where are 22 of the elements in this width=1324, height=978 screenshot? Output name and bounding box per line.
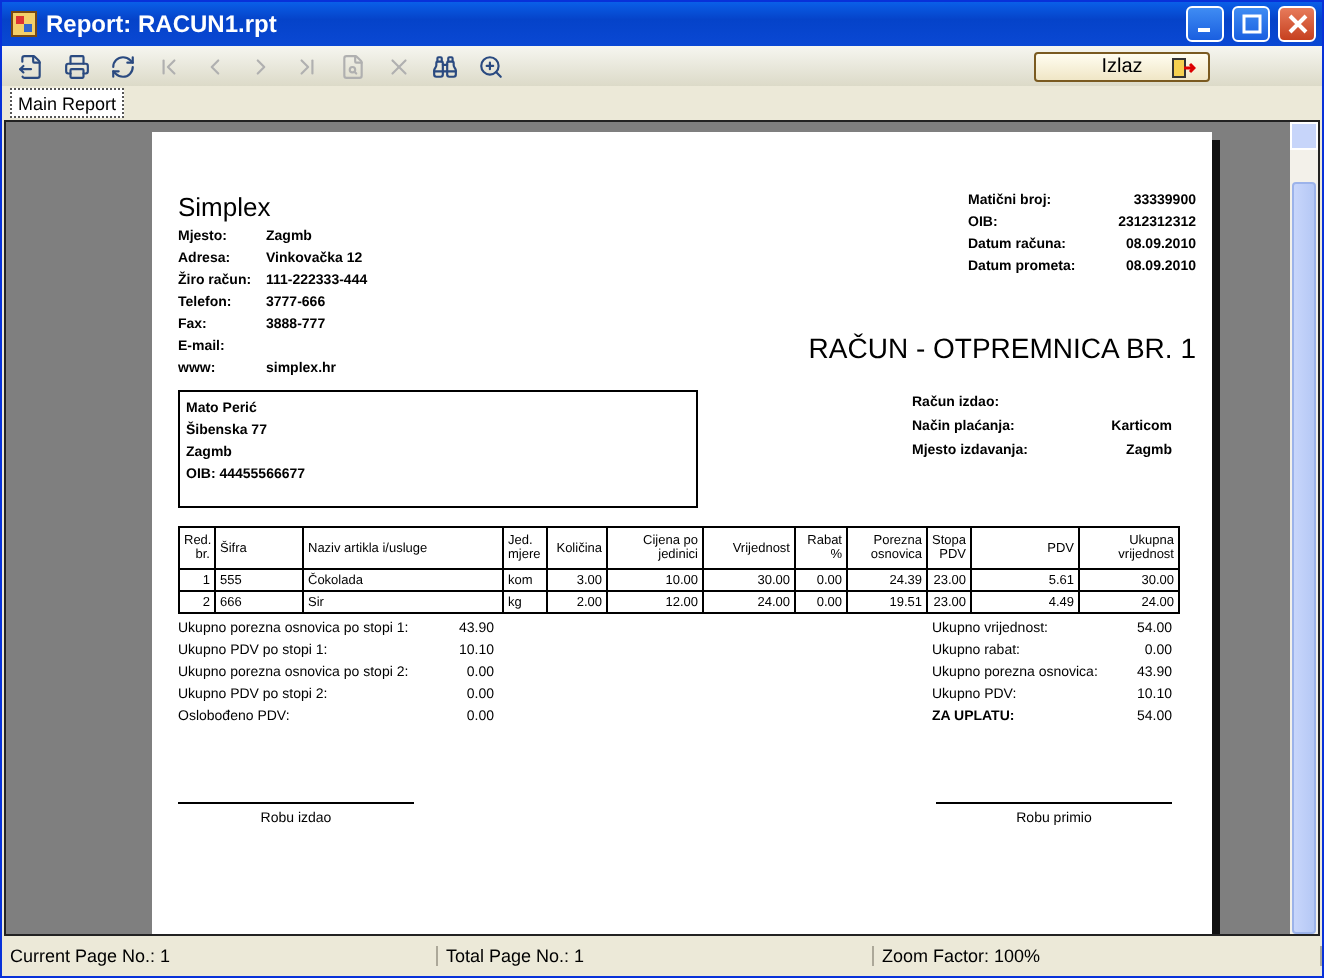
report-tab[interactable]: Main Report [10, 88, 125, 118]
invoice-title: RAČUN - OTPREMNICA BR. 1 [808, 332, 1196, 364]
refresh-icon [109, 53, 135, 79]
minimize-button[interactable] [1186, 6, 1224, 42]
export-icon [17, 53, 43, 79]
close-button[interactable] [1278, 6, 1316, 42]
search-icon [431, 53, 457, 79]
maximize-icon [1241, 14, 1261, 34]
company-name: Simplex [178, 192, 273, 222]
status-text: Total Page No.: 1 [438, 946, 874, 966]
vertical-scrollbar[interactable] [1290, 122, 1318, 934]
zoom-icon [477, 53, 503, 79]
exit-door-icon [1172, 57, 1196, 77]
maximize-button[interactable] [1232, 6, 1270, 42]
window-title: Report: RACUN1.rpt [46, 10, 279, 38]
print-icon [63, 53, 89, 79]
exit-button[interactable]: Izlaz [1034, 51, 1210, 81]
status-text: Current Page No.: 1 [2, 946, 438, 966]
status-text: Zoom Factor: 100% [874, 946, 1322, 966]
close-icon [1287, 14, 1307, 34]
stop-icon [385, 53, 411, 79]
app-icon [10, 10, 38, 38]
